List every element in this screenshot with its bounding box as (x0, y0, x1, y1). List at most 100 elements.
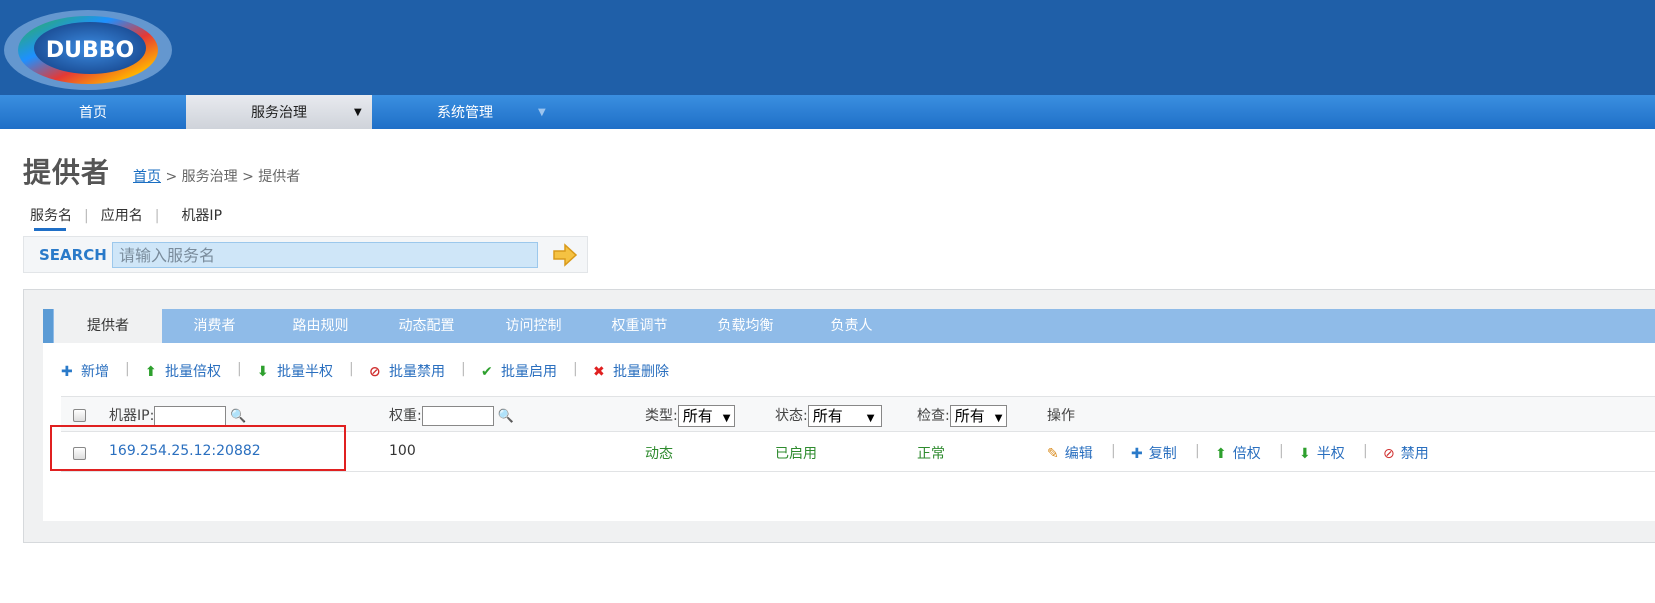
logo-text: DUBBO (46, 38, 134, 63)
providers-panel: 提供者 消费者 路由规则 动态配置 访问控制 权重调节 负载均衡 负责人 ✚ 新增… (23, 289, 1655, 543)
highlight-box (50, 425, 346, 471)
add-label: 新增 (81, 364, 109, 380)
half-weight-button[interactable]: ⬇ 半权 (1299, 443, 1345, 463)
ip-filter-input[interactable] (154, 406, 227, 426)
ip-header-label: 机器IP: (109, 408, 155, 424)
batch-enable-label: 批量启用 (501, 364, 557, 380)
batch-enable-button[interactable]: ✔ 批量启用 (481, 361, 557, 381)
status-filter-value: 所有 (812, 407, 843, 425)
search-label: SEARCH (39, 246, 107, 264)
separator: | (1111, 443, 1116, 459)
type-header-label: 类型: (645, 408, 678, 424)
batch-half-weight-label: 批量半权 (277, 364, 333, 380)
separator: | (1279, 443, 1284, 459)
tab-providers[interactable]: 提供者 (54, 309, 162, 343)
nav-system-management-label: 系统管理 (437, 105, 493, 121)
tab-routes[interactable]: 路由规则 (278, 309, 363, 343)
main-nav: 首页 服务治理 ▼ 系统管理 ▼ (0, 95, 1655, 129)
status-header-label: 状态: (775, 408, 808, 424)
chevron-down-icon: ▼ (354, 107, 362, 118)
weight-filter-input[interactable] (421, 406, 494, 426)
breadcrumb-trail: > 服务治理 > 提供者 (161, 169, 301, 185)
active-search-tab-indicator (34, 228, 66, 231)
ops-column-header: 操作 (1047, 408, 1075, 424)
double-weight-label: 倍权 (1232, 446, 1261, 462)
detail-tabs: 提供者 消费者 路由规则 动态配置 访问控制 权重调节 负载均衡 负责人 (43, 309, 1655, 343)
separator: | (237, 361, 242, 377)
breadcrumb-home-link[interactable]: 首页 (133, 169, 161, 185)
copy-button[interactable]: ✚ 复制 (1131, 443, 1177, 463)
select-all-checkbox[interactable] (73, 407, 86, 423)
disable-button[interactable]: ⊘ 禁用 (1383, 443, 1429, 463)
type-filter-select[interactable]: 所有 ▼ (677, 405, 736, 427)
weight-column-header: 权重: 🔍 (389, 405, 514, 426)
arrow-down-icon: ⬇ (1299, 446, 1311, 462)
chevron-down-icon: ▼ (722, 413, 731, 424)
nav-home[interactable]: 首页 (0, 95, 186, 129)
add-button[interactable]: ✚ 新增 (61, 361, 109, 381)
search-icon[interactable]: 🔍 (498, 409, 514, 424)
batch-delete-label: 批量删除 (613, 364, 669, 380)
check-header-label: 检查: (917, 408, 950, 424)
separator: | (573, 361, 578, 377)
nav-system-management[interactable]: 系统管理 ▼ (372, 95, 558, 129)
arrow-up-icon: ⬆ (145, 364, 157, 380)
check-column-header: 检查: 所有 ▼ (917, 405, 1008, 427)
batch-disable-button[interactable]: ⊘ 批量禁用 (369, 361, 445, 381)
tab-weights[interactable]: 权重调节 (597, 309, 682, 343)
copy-label: 复制 (1148, 446, 1177, 462)
tab-dynamic-config[interactable]: 动态配置 (384, 309, 469, 343)
search-input[interactable] (112, 242, 538, 268)
separator: | (349, 361, 354, 377)
search-icon[interactable]: 🔍 (230, 409, 246, 424)
search-box: SEARCH (23, 236, 588, 273)
nav-home-label: 首页 (79, 105, 107, 121)
batch-half-weight-button[interactable]: ⬇ 批量半权 (257, 361, 333, 381)
provider-check: 正常 (917, 446, 945, 462)
weight-header-label: 权重: (389, 408, 422, 424)
type-column-header: 类型: 所有 ▼ (645, 405, 736, 427)
arrow-up-icon: ⬆ (1215, 446, 1227, 462)
separator: | (461, 361, 466, 377)
page-title: 提供者 (23, 156, 111, 189)
check-icon: ✔ (481, 364, 493, 380)
plus-icon: ✚ (61, 364, 73, 380)
separator: | (125, 361, 130, 377)
check-filter-value: 所有 (954, 407, 985, 425)
search-tab-app-name[interactable]: 应用名 (101, 205, 143, 225)
separator: | (1363, 443, 1368, 459)
check-filter-select[interactable]: 所有 ▼ (949, 405, 1008, 427)
batch-double-weight-button[interactable]: ⬆ 批量倍权 (145, 361, 221, 381)
edit-label: 编辑 (1064, 446, 1093, 462)
tab-owners[interactable]: 负责人 (809, 309, 894, 343)
disable-label: 禁用 (1400, 446, 1429, 462)
edit-button[interactable]: ✎ 编辑 (1047, 443, 1093, 463)
search-tab-machine-ip[interactable]: 机器IP (181, 205, 222, 225)
search-type-tabs: 服务名 | 应用名 | 机器IP (30, 205, 222, 225)
edit-icon: ✎ (1047, 446, 1059, 462)
separator: | (1195, 443, 1200, 459)
chevron-down-icon: ▼ (994, 413, 1003, 424)
ban-icon: ⊘ (1383, 446, 1395, 462)
search-tab-separator: | (154, 208, 160, 224)
nav-service-governance-label: 服务治理 (251, 105, 307, 121)
providers-panel-content: 提供者 消费者 路由规则 动态配置 访问控制 权重调节 负载均衡 负责人 ✚ 新增… (43, 309, 1655, 521)
status-column-header: 状态: 所有 ▼ (775, 405, 882, 427)
search-tab-service-name[interactable]: 服务名 (30, 205, 72, 225)
type-filter-value: 所有 (682, 407, 713, 425)
tab-load-balance[interactable]: 负载均衡 (703, 309, 788, 343)
search-tab-separator: | (84, 208, 89, 224)
nav-service-governance[interactable]: 服务治理 ▼ (186, 95, 372, 129)
dubbo-logo[interactable]: DUBBO (2, 4, 174, 92)
tab-consumers[interactable]: 消费者 (172, 309, 257, 343)
top-header: DUBBO (0, 0, 1655, 95)
double-weight-button[interactable]: ⬆ 倍权 (1215, 443, 1261, 463)
arrow-right-icon[interactable] (552, 243, 578, 267)
checkbox[interactable] (73, 408, 86, 422)
batch-delete-button[interactable]: ✖ 批量删除 (593, 361, 669, 381)
ip-column-header: 机器IP: 🔍 (109, 405, 246, 426)
chevron-down-icon: ▼ (538, 107, 546, 118)
status-filter-select[interactable]: 所有 ▼ (807, 405, 882, 427)
batch-double-weight-label: 批量倍权 (165, 364, 221, 380)
tab-access-control[interactable]: 访问控制 (491, 309, 576, 343)
